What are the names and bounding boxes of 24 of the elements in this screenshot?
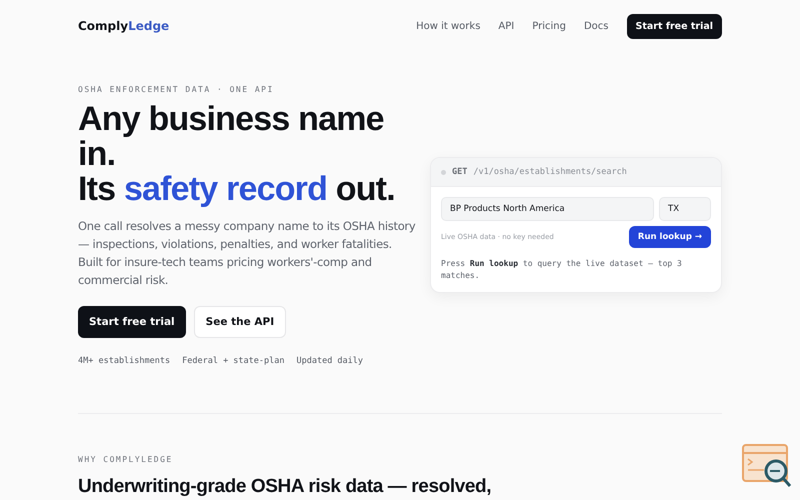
search-window-icon[interactable] (742, 444, 792, 488)
run-lookup-button[interactable]: Run lookup → (628, 226, 711, 248)
section-heading: Underwriting-grade OSHA risk data — resolved, (78, 476, 492, 498)
nav-link[interactable]: Docs (584, 20, 608, 32)
http-method: GET (452, 167, 468, 177)
brand-logo[interactable]: ComplyLedge (78, 19, 170, 33)
eyebrow-text: WHY COMPLYLEDGE (78, 455, 174, 464)
nav-link[interactable]: Pricing (532, 20, 566, 32)
company-input-field[interactable]: BP Products North America (441, 197, 654, 221)
endpoint-path: /v1/osha/establishments/search (473, 167, 627, 177)
see-api-button[interactable]: See the API (194, 306, 286, 338)
state-input-field[interactable]: TX (659, 197, 711, 221)
fact-label: Updated daily (296, 356, 364, 366)
hero-headline: Any business name in. Its safety record out. (78, 102, 396, 207)
start-trial-button[interactable]: Start free trial (78, 306, 186, 338)
start-trial-button[interactable]: Start free trial (626, 14, 722, 38)
status-dot-icon (441, 170, 446, 174)
nav-link[interactable]: How it works (416, 20, 480, 32)
nav-link[interactable]: API (498, 20, 514, 32)
eyebrow-text: OSHA ENFORCEMENT DATA · ONE API (78, 85, 275, 94)
hero-description: One call resolves a messy company name to its OSHA history — inspections, violations, penalties, and worker fatalities. Built for insure-tech teams pricing workers'-comp and commercial risk. (78, 218, 416, 289)
fact-label: Federal + state-plan (182, 356, 284, 366)
fact-label: 4M+ establishments (78, 356, 170, 366)
output-text: Press Run lookup to query the live dataset — top 3 matches. (441, 258, 683, 282)
